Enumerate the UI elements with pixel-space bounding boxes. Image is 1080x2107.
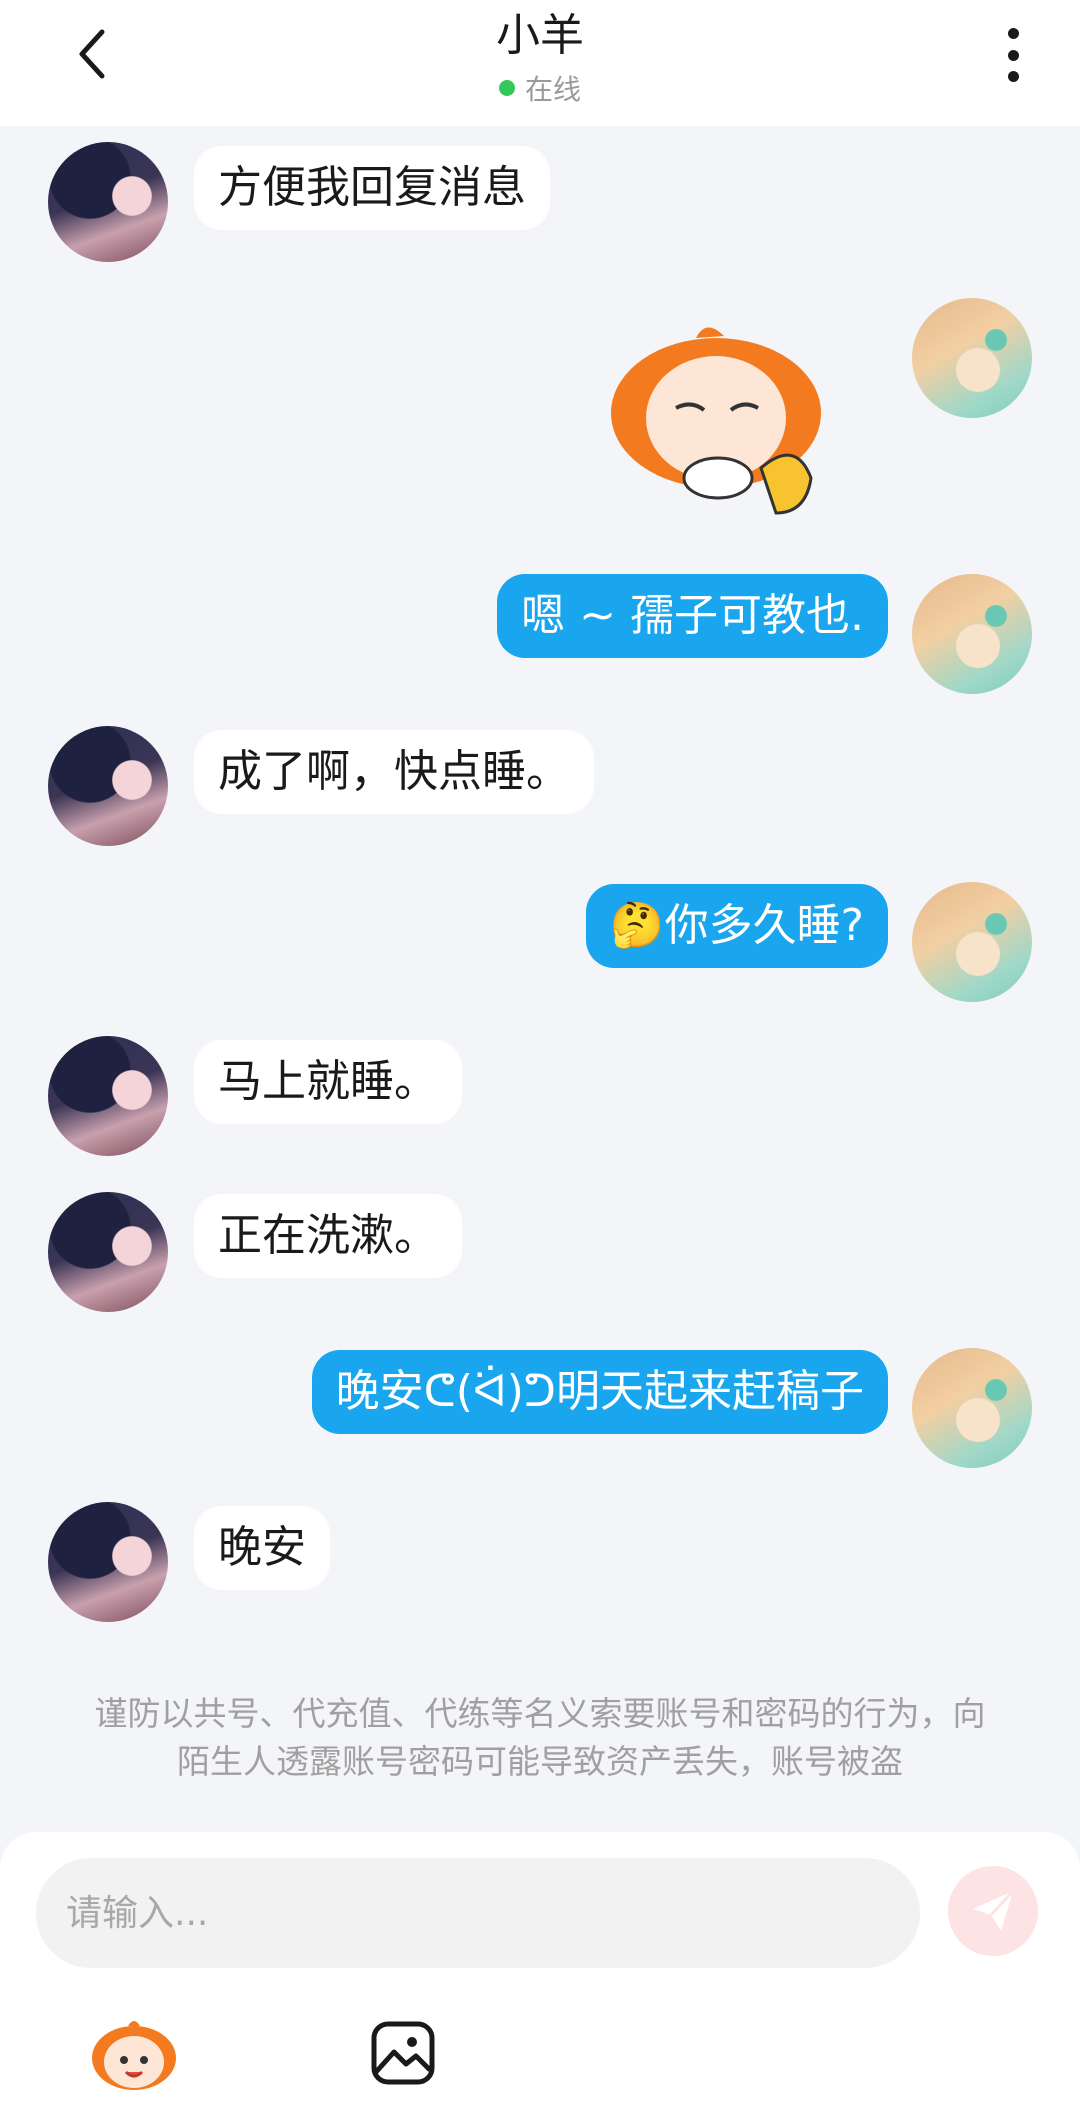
message-bubble-sent[interactable]: 嗯 ~ 孺子可教也.	[497, 574, 888, 658]
contact-avatar[interactable]	[48, 142, 168, 262]
image-icon[interactable]	[370, 2020, 436, 2086]
contact-avatar[interactable]	[48, 1192, 168, 1312]
input-panel	[0, 1832, 1080, 2107]
contact-avatar[interactable]	[48, 726, 168, 846]
message-bubble-sent[interactable]: 🤔你多久睡?	[585, 884, 888, 968]
sticker-image[interactable]	[596, 318, 846, 528]
online-dot-icon	[498, 80, 515, 96]
online-status: 在线	[0, 68, 1080, 108]
chat-title-area: 小羊 在线	[0, 8, 1080, 108]
self-avatar[interactable]	[912, 882, 1032, 1002]
more-options-button[interactable]	[998, 22, 1028, 88]
more-vertical-icon	[1007, 28, 1019, 39]
contact-name: 小羊	[496, 10, 584, 61]
message-bubble-received[interactable]: 方便我回复消息	[194, 146, 550, 230]
message-input[interactable]	[36, 1858, 920, 1968]
message-bubble-received[interactable]: 马上就睡。	[194, 1040, 462, 1124]
chat-header: 小羊 在线	[0, 0, 1080, 126]
self-avatar[interactable]	[912, 574, 1032, 694]
security-warning: 谨防以共号、代充值、代练等名义索要账号和密码的行为，向陌生人透露账号密码可能导致…	[94, 1694, 986, 1781]
message-bubble-sent[interactable]: 晚安ᕦ(ᐛ)ᕤ明天起来赶稿子	[311, 1350, 888, 1434]
message-bubble-received[interactable]: 晚安	[194, 1506, 330, 1590]
self-avatar[interactable]	[912, 298, 1032, 418]
emoji-sticker-icon[interactable]	[88, 2014, 180, 2094]
online-status-label: 在线	[524, 73, 581, 106]
contact-avatar[interactable]	[48, 1502, 168, 1622]
send-button[interactable]	[948, 1866, 1038, 1956]
contact-avatar[interactable]	[48, 1036, 168, 1156]
self-avatar[interactable]	[912, 1348, 1032, 1468]
message-bubble-received[interactable]: 成了啊，快点睡。	[194, 730, 594, 814]
message-bubble-received[interactable]: 正在洗漱。	[194, 1194, 462, 1278]
send-icon	[973, 1889, 1015, 1931]
